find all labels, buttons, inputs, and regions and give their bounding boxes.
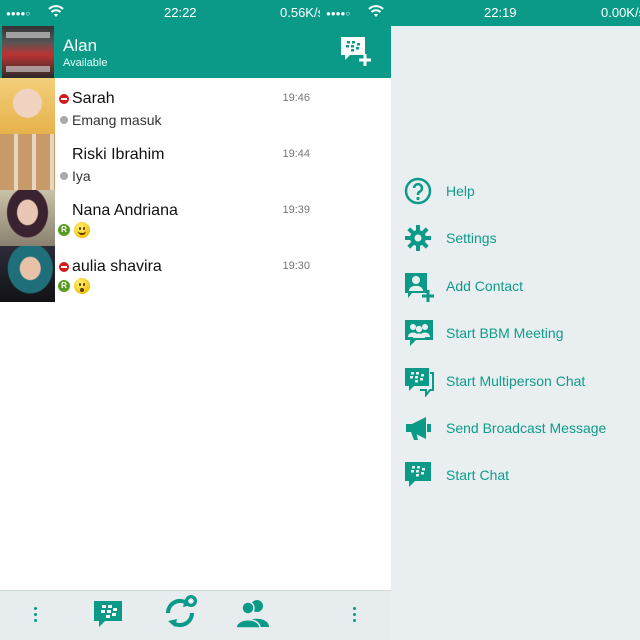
wifi-icon xyxy=(48,4,64,21)
add-contact-icon xyxy=(404,272,434,302)
menu-item-label: Send Broadcast Message xyxy=(446,419,607,436)
chat-time: 19:39 xyxy=(282,204,310,216)
menu-item-settings[interactable]: Settings xyxy=(404,222,634,269)
menu-item-start-chat[interactable]: Start Chat xyxy=(404,459,634,506)
profile-avatar[interactable] xyxy=(2,26,54,78)
chat-row-riski[interactable]: Riski Ibrahim 19:44 Iya xyxy=(0,134,320,190)
chats-screen: ●●●●○ 22:22 0.56K/s Alan Available Sarah… xyxy=(0,0,320,640)
status-bar: ●●●●○ 22:19 0.00K/s xyxy=(320,0,640,26)
menu-item-label: Settings xyxy=(446,230,497,247)
bbm-meeting-icon xyxy=(404,319,433,347)
menu-item-label: Add Contact xyxy=(446,277,524,294)
action-menu: Help Settings Add Contact Start BBM Meet… xyxy=(404,175,634,507)
chat-time: 19:30 xyxy=(282,260,310,272)
clock: 22:19 xyxy=(484,5,517,20)
chats-icon[interactable] xyxy=(93,599,123,634)
network-speed: 0.56K/s xyxy=(280,5,320,20)
menu-item-bbm-meeting[interactable]: Start BBM Meeting xyxy=(404,317,634,364)
avatar xyxy=(0,246,55,302)
chat-list: Sarah 19:46 Emang masuk Riski Ibrahim 19… xyxy=(0,78,320,302)
menu-item-label: Start Multiperson Chat xyxy=(446,372,586,389)
menu-screen: ●●●●○ 22:19 0.00K/s Help Settings Add Co… xyxy=(320,0,640,640)
new-chat-header xyxy=(320,26,391,78)
chat-name: aulia shavira xyxy=(72,258,162,275)
busy-status-icon xyxy=(59,94,69,104)
read-indicator-icon xyxy=(60,172,68,180)
start-chat-icon xyxy=(404,461,432,489)
chat-name: Sarah xyxy=(72,90,115,107)
broadcast-icon xyxy=(404,414,432,442)
menu-item-multiperson-chat[interactable]: Start Multiperson Chat xyxy=(404,365,634,412)
profile-status[interactable]: Available xyxy=(63,57,107,69)
chat-row-aulia[interactable]: aulia shavira 19:30 R xyxy=(0,246,320,302)
chat-time: 19:44 xyxy=(282,148,310,160)
menu-item-label: Help xyxy=(446,183,475,199)
signal-strength: ●●●●○ xyxy=(6,9,31,18)
avatar xyxy=(0,78,55,134)
read-indicator-icon xyxy=(60,116,68,124)
status-bar: ●●●●○ 22:22 0.56K/s xyxy=(0,0,320,26)
network-speed: 0.00K/s xyxy=(601,5,640,20)
surprised-emoji-icon xyxy=(74,278,90,294)
profile-header[interactable]: Alan Available xyxy=(0,26,320,78)
avatar xyxy=(0,190,55,246)
menu-item-label: Start BBM Meeting xyxy=(446,325,564,342)
busy-status-icon xyxy=(59,262,69,272)
grin-emoji-icon xyxy=(74,222,90,238)
clock: 22:22 xyxy=(164,5,197,20)
menu-item-add-contact[interactable]: Add Contact xyxy=(404,270,634,317)
help-icon xyxy=(404,177,432,205)
wifi-icon xyxy=(368,4,384,21)
contacts-icon[interactable] xyxy=(235,597,271,634)
multiperson-chat-icon xyxy=(404,367,434,398)
chat-row-nana[interactable]: Nana Andriana 19:39 R xyxy=(0,190,320,246)
r-badge-icon: R xyxy=(58,224,70,236)
updates-icon[interactable] xyxy=(162,595,198,636)
new-chat-icon[interactable] xyxy=(340,36,372,73)
signal-strength: ●●●●○ xyxy=(326,9,351,18)
menu-item-label: Start Chat xyxy=(446,467,510,484)
chat-message: Iya xyxy=(72,168,91,184)
more-menu-icon[interactable] xyxy=(34,607,38,625)
chat-name: Nana Andriana xyxy=(72,202,178,219)
menu-item-broadcast[interactable]: Send Broadcast Message xyxy=(404,412,634,459)
bottom-toolbar xyxy=(0,590,320,640)
panel-edge xyxy=(320,78,391,590)
settings-icon xyxy=(404,224,432,252)
menu-item-help[interactable]: Help xyxy=(404,175,634,222)
r-badge-icon: R xyxy=(58,280,70,292)
chat-name: Riski Ibrahim xyxy=(72,146,165,163)
bottom-toolbar xyxy=(320,590,391,640)
avatar xyxy=(0,134,55,190)
profile-name: Alan xyxy=(63,36,98,55)
chat-row-sarah[interactable]: Sarah 19:46 Emang masuk xyxy=(0,78,320,134)
chat-time: 19:46 xyxy=(282,92,310,104)
chat-message: Emang masuk xyxy=(72,112,162,128)
more-menu-icon[interactable] xyxy=(353,607,357,625)
